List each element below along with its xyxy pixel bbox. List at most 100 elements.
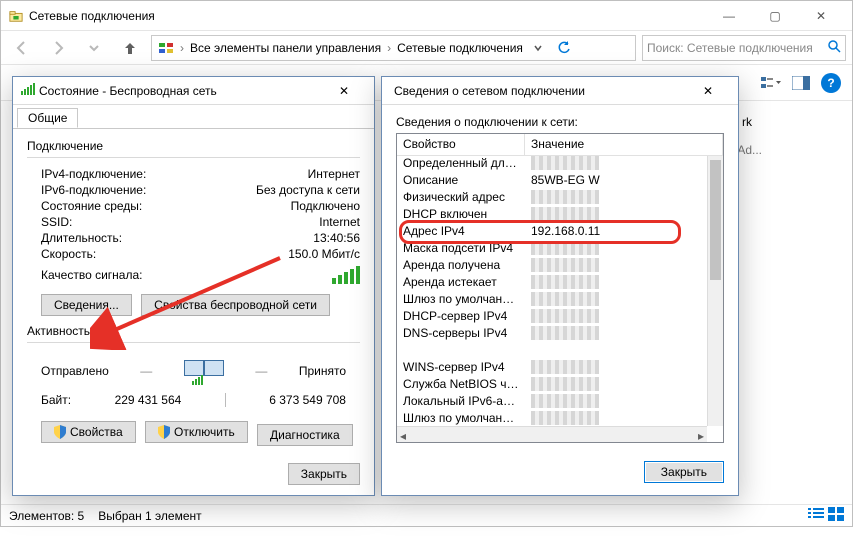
status-close-button[interactable]: Закрыть	[288, 463, 360, 485]
details-row[interactable]: Описание85WB-EG W	[397, 173, 707, 190]
details-row-property: Маска подсети IPv4	[397, 241, 525, 258]
details-list: Свойство Значение Определенный для по...…	[396, 133, 724, 443]
details-view-icon[interactable]	[808, 507, 824, 524]
shield-icon	[54, 425, 66, 439]
details-row[interactable]: Маска подсети IPv4████████	[397, 241, 707, 258]
minimize-button[interactable]: —	[706, 1, 752, 31]
nav-forward-button[interactable]	[43, 34, 73, 62]
details-row[interactable]: Шлюз по умолчанию IP...████████	[397, 411, 707, 426]
details-row[interactable]	[397, 343, 707, 360]
wlan-properties-button[interactable]: Свойства беспроводной сети	[141, 294, 330, 316]
tab-general[interactable]: Общие	[17, 108, 78, 128]
details-row[interactable]: WINS-сервер IPv4████████	[397, 360, 707, 377]
details-row-property: Шлюз по умолчанию IP...	[397, 411, 525, 426]
details-row-value: ████████	[525, 377, 707, 394]
details-row-value: ████████	[525, 275, 707, 292]
details-row-property: Адрес IPv4	[397, 224, 525, 241]
details-row[interactable]: Физический адрес████████	[397, 190, 707, 207]
change-view-dropdown[interactable]	[758, 70, 784, 96]
properties-button[interactable]: Свойства	[41, 421, 136, 443]
wifi-status-titlebar: Состояние - Беспроводная сеть ✕	[13, 77, 374, 105]
details-row[interactable]: Адрес IPv4192.168.0.11	[397, 224, 707, 241]
details-row[interactable]: Шлюз по умолчанию IP...████████	[397, 292, 707, 309]
details-row-value: 85WB-EG W	[525, 173, 707, 190]
bytes-label: Байт:	[41, 393, 71, 407]
details-row[interactable]: Аренда истекает████████	[397, 275, 707, 292]
column-property-header[interactable]: Свойство	[397, 134, 525, 155]
details-row-value: ████████	[525, 411, 707, 426]
chevron-right-icon[interactable]: ›	[178, 41, 186, 55]
statusbar-item-count: Элементов: 5	[9, 509, 84, 523]
network-details-dialog: Сведения о сетевом подключении ✕ Сведени…	[381, 76, 739, 496]
breadcrumb-root-icon[interactable]	[154, 36, 178, 60]
signal-icon	[21, 83, 35, 98]
column-value-header[interactable]: Значение	[525, 134, 723, 155]
details-row-property: DNS-серверы IPv4	[397, 326, 525, 343]
details-row-property: DHCP включен	[397, 207, 525, 224]
details-row-property: Шлюз по умолчанию IP...	[397, 292, 525, 309]
nav-recent-button[interactable]	[79, 34, 109, 62]
details-row-value: ████████	[525, 241, 707, 258]
preview-pane-button[interactable]	[788, 70, 814, 96]
details-row-value: ████████	[525, 190, 707, 207]
close-button[interactable]: ✕	[798, 1, 844, 31]
details-row[interactable]: Служба NetBIOS через...████████	[397, 377, 707, 394]
details-row[interactable]: DHCP включен████████	[397, 207, 707, 224]
details-row[interactable]: DHCP-сервер IPv4████████	[397, 309, 707, 326]
nav-back-button[interactable]	[7, 34, 37, 62]
breadcrumb-item-control-panel[interactable]: Все элементы панели управления	[186, 36, 385, 60]
duration-value: 13:40:56	[313, 231, 360, 245]
details-row-value	[525, 343, 707, 360]
sent-label: Отправлено	[41, 364, 109, 378]
explorer-statusbar: Элементов: 5 Выбран 1 элемент	[1, 504, 852, 526]
details-row-value: ████████	[525, 292, 707, 309]
ipv6-conn-label: IPv6-подключение:	[41, 183, 146, 197]
statusbar-selected-count: Выбран 1 элемент	[98, 509, 201, 523]
details-titlebar-close-button[interactable]: ✕	[686, 78, 730, 104]
details-close-button[interactable]: Закрыть	[644, 461, 724, 483]
explorer-titlebar: Сетевые подключения — ▢ ✕	[1, 1, 852, 31]
details-row-value: ████████	[525, 258, 707, 275]
details-row-property: DHCP-сервер IPv4	[397, 309, 525, 326]
group-activity-label: Активность	[27, 324, 360, 338]
address-dropdown-button[interactable]	[527, 36, 549, 60]
speed-value: 150.0 Мбит/с	[288, 247, 360, 261]
diagnose-button[interactable]: Диагностика	[257, 424, 353, 446]
details-row[interactable]: Локальный IPv6-адрес...████████	[397, 394, 707, 411]
horizontal-scrollbar[interactable]: ◂ ▸	[397, 426, 707, 442]
network-folder-icon	[9, 9, 23, 23]
details-button[interactable]: Сведения...	[41, 294, 132, 316]
wifi-status-title: Состояние - Беспроводная сеть	[39, 84, 217, 98]
explorer-title: Сетевые подключения	[29, 9, 155, 23]
help-icon: ?	[821, 73, 841, 93]
details-row[interactable]: DNS-серверы IPv4████████	[397, 326, 707, 343]
vertical-scrollbar[interactable]	[707, 156, 723, 426]
maximize-button[interactable]: ▢	[752, 1, 798, 31]
wifi-status-close-button[interactable]: ✕	[322, 78, 366, 104]
breadcrumb-item-network-connections[interactable]: Сетевые подключения	[393, 36, 527, 60]
large-icons-view-icon[interactable]	[828, 507, 844, 524]
details-row-property: Определенный для по...	[397, 156, 525, 173]
duration-label: Длительность:	[41, 231, 122, 245]
address-bar[interactable]: › Все элементы панели управления › Сетев…	[151, 35, 636, 61]
search-icon[interactable]	[827, 39, 841, 56]
details-row-value: ████████	[525, 360, 707, 377]
help-button[interactable]: ?	[818, 70, 844, 96]
speed-label: Скорость:	[41, 247, 96, 261]
search-input[interactable]: Поиск: Сетевые подключения	[642, 35, 846, 61]
details-row-property: WINS-сервер IPv4	[397, 360, 525, 377]
scroll-thumb[interactable]	[710, 160, 721, 280]
ipv6-conn-value: Без доступа к сети	[256, 183, 360, 197]
details-row-property: Описание	[397, 173, 525, 190]
ipv4-conn-value: Интернет	[308, 167, 360, 181]
ipv4-conn-label: IPv4-подключение:	[41, 167, 146, 181]
refresh-button[interactable]	[551, 36, 577, 60]
shield-icon	[158, 425, 170, 439]
nav-up-button[interactable]	[115, 34, 145, 62]
chevron-right-icon[interactable]: ›	[385, 41, 393, 55]
details-row[interactable]: Аренда получена████████	[397, 258, 707, 275]
disable-button[interactable]: Отключить	[145, 421, 248, 443]
bytes-recv-value: 6 373 549 708	[269, 393, 346, 407]
details-row[interactable]: Определенный для по...████████	[397, 156, 707, 173]
wifi-status-dialog: Состояние - Беспроводная сеть ✕ Общие По…	[12, 76, 375, 496]
